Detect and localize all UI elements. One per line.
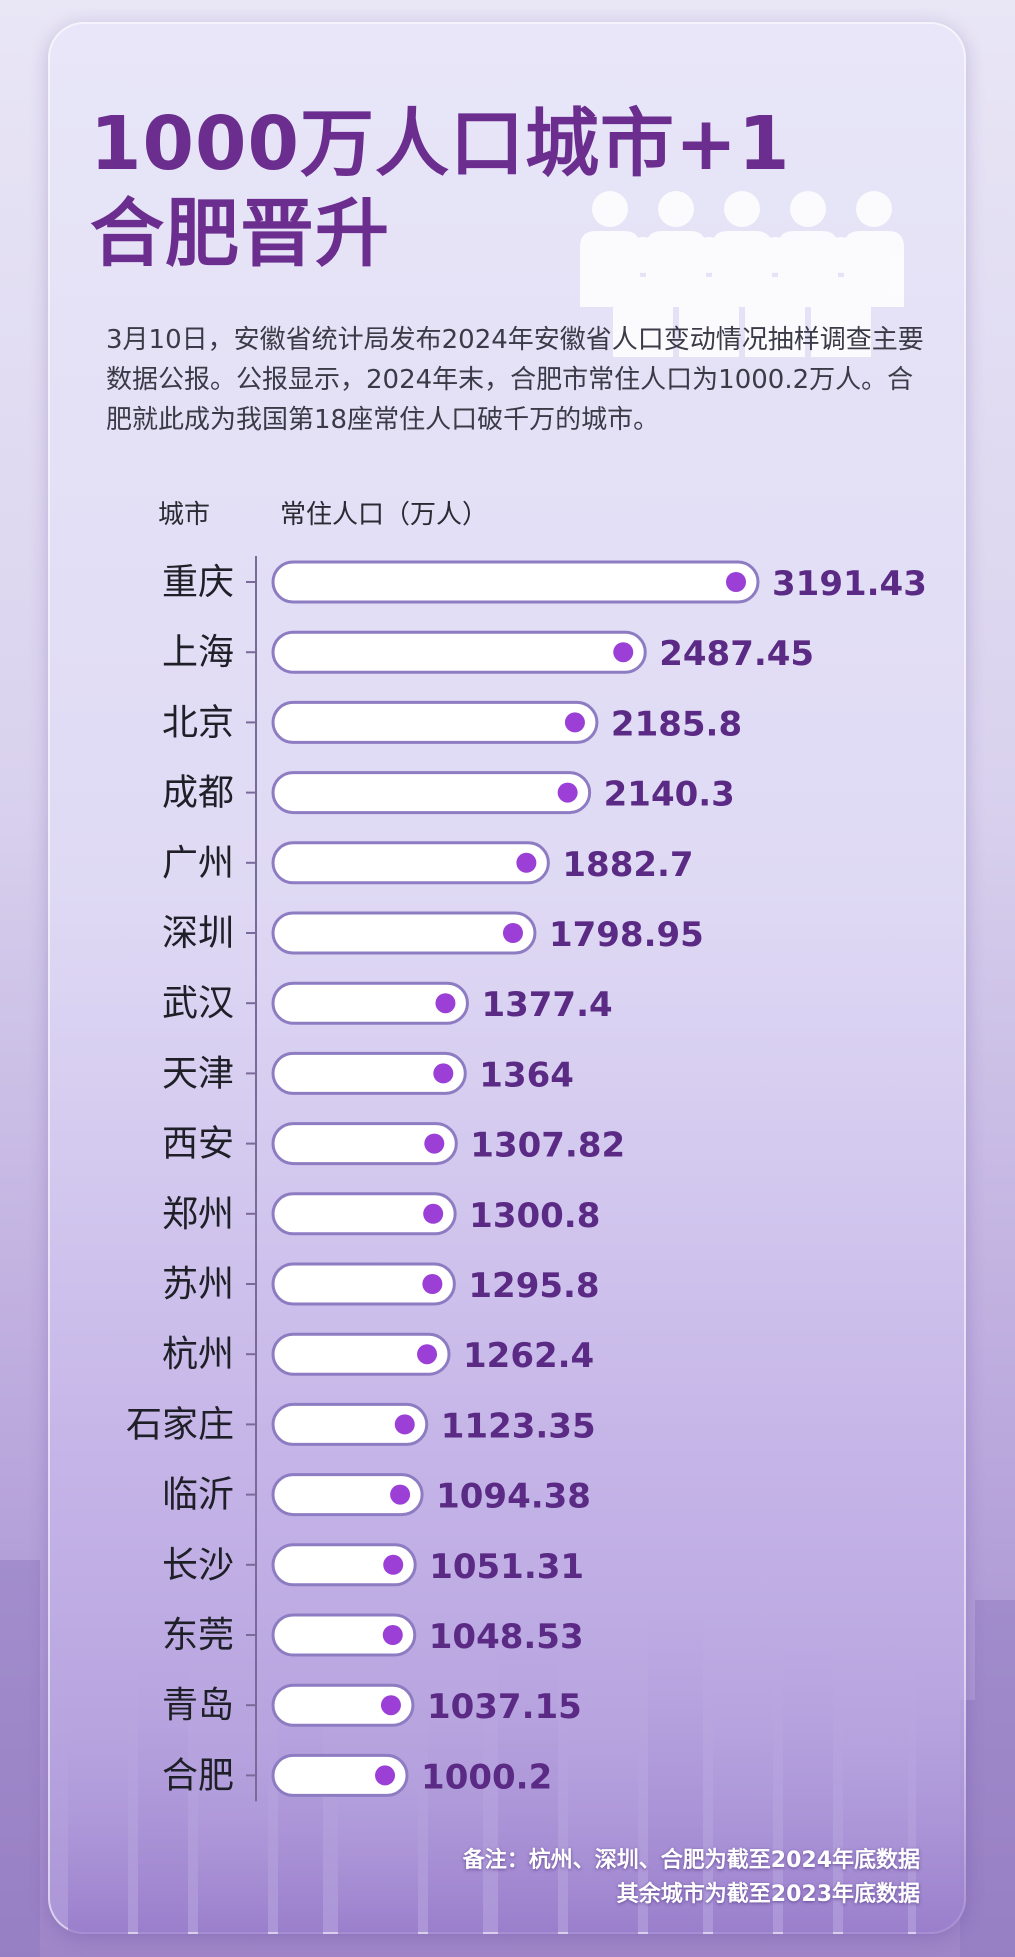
category-label: 合肥 <box>162 1755 234 1796</box>
bar-end-dot <box>557 782 578 803</box>
bar-end-dot <box>394 1414 415 1435</box>
bar-end-dot <box>375 1765 396 1786</box>
data-label: 1377.4 <box>481 985 612 1025</box>
bar-end-dot <box>390 1484 411 1505</box>
data-label: 1262.4 <box>463 1336 594 1376</box>
data-label: 1094.38 <box>436 1477 591 1517</box>
category-label: 武汉 <box>162 983 234 1024</box>
category-label: 临沂 <box>162 1475 234 1516</box>
bar <box>271 771 592 815</box>
data-label: 1123.35 <box>441 1406 596 1446</box>
bar <box>271 560 760 604</box>
data-label: 1051.31 <box>429 1547 584 1587</box>
category-label: 石家庄 <box>126 1404 234 1445</box>
data-label: 2140.3 <box>604 775 735 815</box>
category-label: 成都 <box>162 773 234 814</box>
category-label: 青岛 <box>162 1685 234 1726</box>
data-label: 1798.95 <box>549 915 704 955</box>
category-label: 郑州 <box>162 1194 234 1235</box>
data-label: 1882.7 <box>562 845 693 885</box>
bar-end-dot <box>516 852 537 873</box>
data-label: 2487.45 <box>659 634 814 674</box>
bar-end-dot <box>726 572 746 592</box>
category-label: 杭州 <box>162 1334 234 1375</box>
data-label: 1364 <box>479 1055 574 1095</box>
data-label: 1300.8 <box>469 1196 600 1236</box>
category-label: 西安 <box>162 1124 234 1165</box>
bar <box>271 630 647 674</box>
bar-end-dot <box>422 1274 443 1294</box>
infographic-card: 1000万人口城市+1 合肥晋升 3月10日，安徽省统计局发布2024年安徽省人… <box>48 22 966 1934</box>
bar-end-dot <box>423 1203 444 1224</box>
category-label: 深圳 <box>162 913 234 954</box>
bar-end-dot <box>417 1344 438 1365</box>
bar <box>271 841 550 885</box>
data-label: 1295.8 <box>468 1266 599 1306</box>
bar-end-dot <box>502 923 523 943</box>
bar-end-dot <box>382 1625 403 1645</box>
bar-end-dot <box>613 642 634 663</box>
footnote-line2: 其余城市为截至2023年底数据 <box>616 1882 920 1907</box>
category-label: 重庆 <box>162 562 234 603</box>
data-label: 1307.82 <box>470 1126 625 1166</box>
bar-end-dot <box>433 1063 454 1084</box>
category-label: 天津 <box>162 1053 234 1094</box>
bar <box>271 911 537 955</box>
footnote-line1: 备注：杭州、深圳、合肥为截至2024年底数据 <box>462 1848 920 1873</box>
bar-end-dot <box>380 1695 401 1716</box>
category-label: 广州 <box>162 843 234 884</box>
data-label: 1048.53 <box>429 1617 584 1657</box>
bar-end-dot <box>424 1133 445 1154</box>
data-label: 2185.8 <box>611 704 742 744</box>
data-label: 3191.43 <box>772 564 927 604</box>
population-bar-chart: 重庆 3191.43 上海 2487.45 北京 2185.8 成都 2140.3 广州 1882… <box>126 556 927 1802</box>
category-label: 上海 <box>162 632 234 673</box>
data-label: 1000.2 <box>421 1757 552 1797</box>
category-label: 东莞 <box>162 1615 234 1656</box>
bar <box>271 700 599 744</box>
data-label: 1037.15 <box>427 1687 582 1727</box>
bar-end-dot <box>564 712 585 733</box>
category-label: 苏州 <box>162 1264 234 1305</box>
bar-end-dot <box>435 993 456 1014</box>
category-label: 长沙 <box>162 1545 234 1586</box>
bar-end-dot <box>383 1554 404 1575</box>
category-label: 北京 <box>162 702 234 743</box>
